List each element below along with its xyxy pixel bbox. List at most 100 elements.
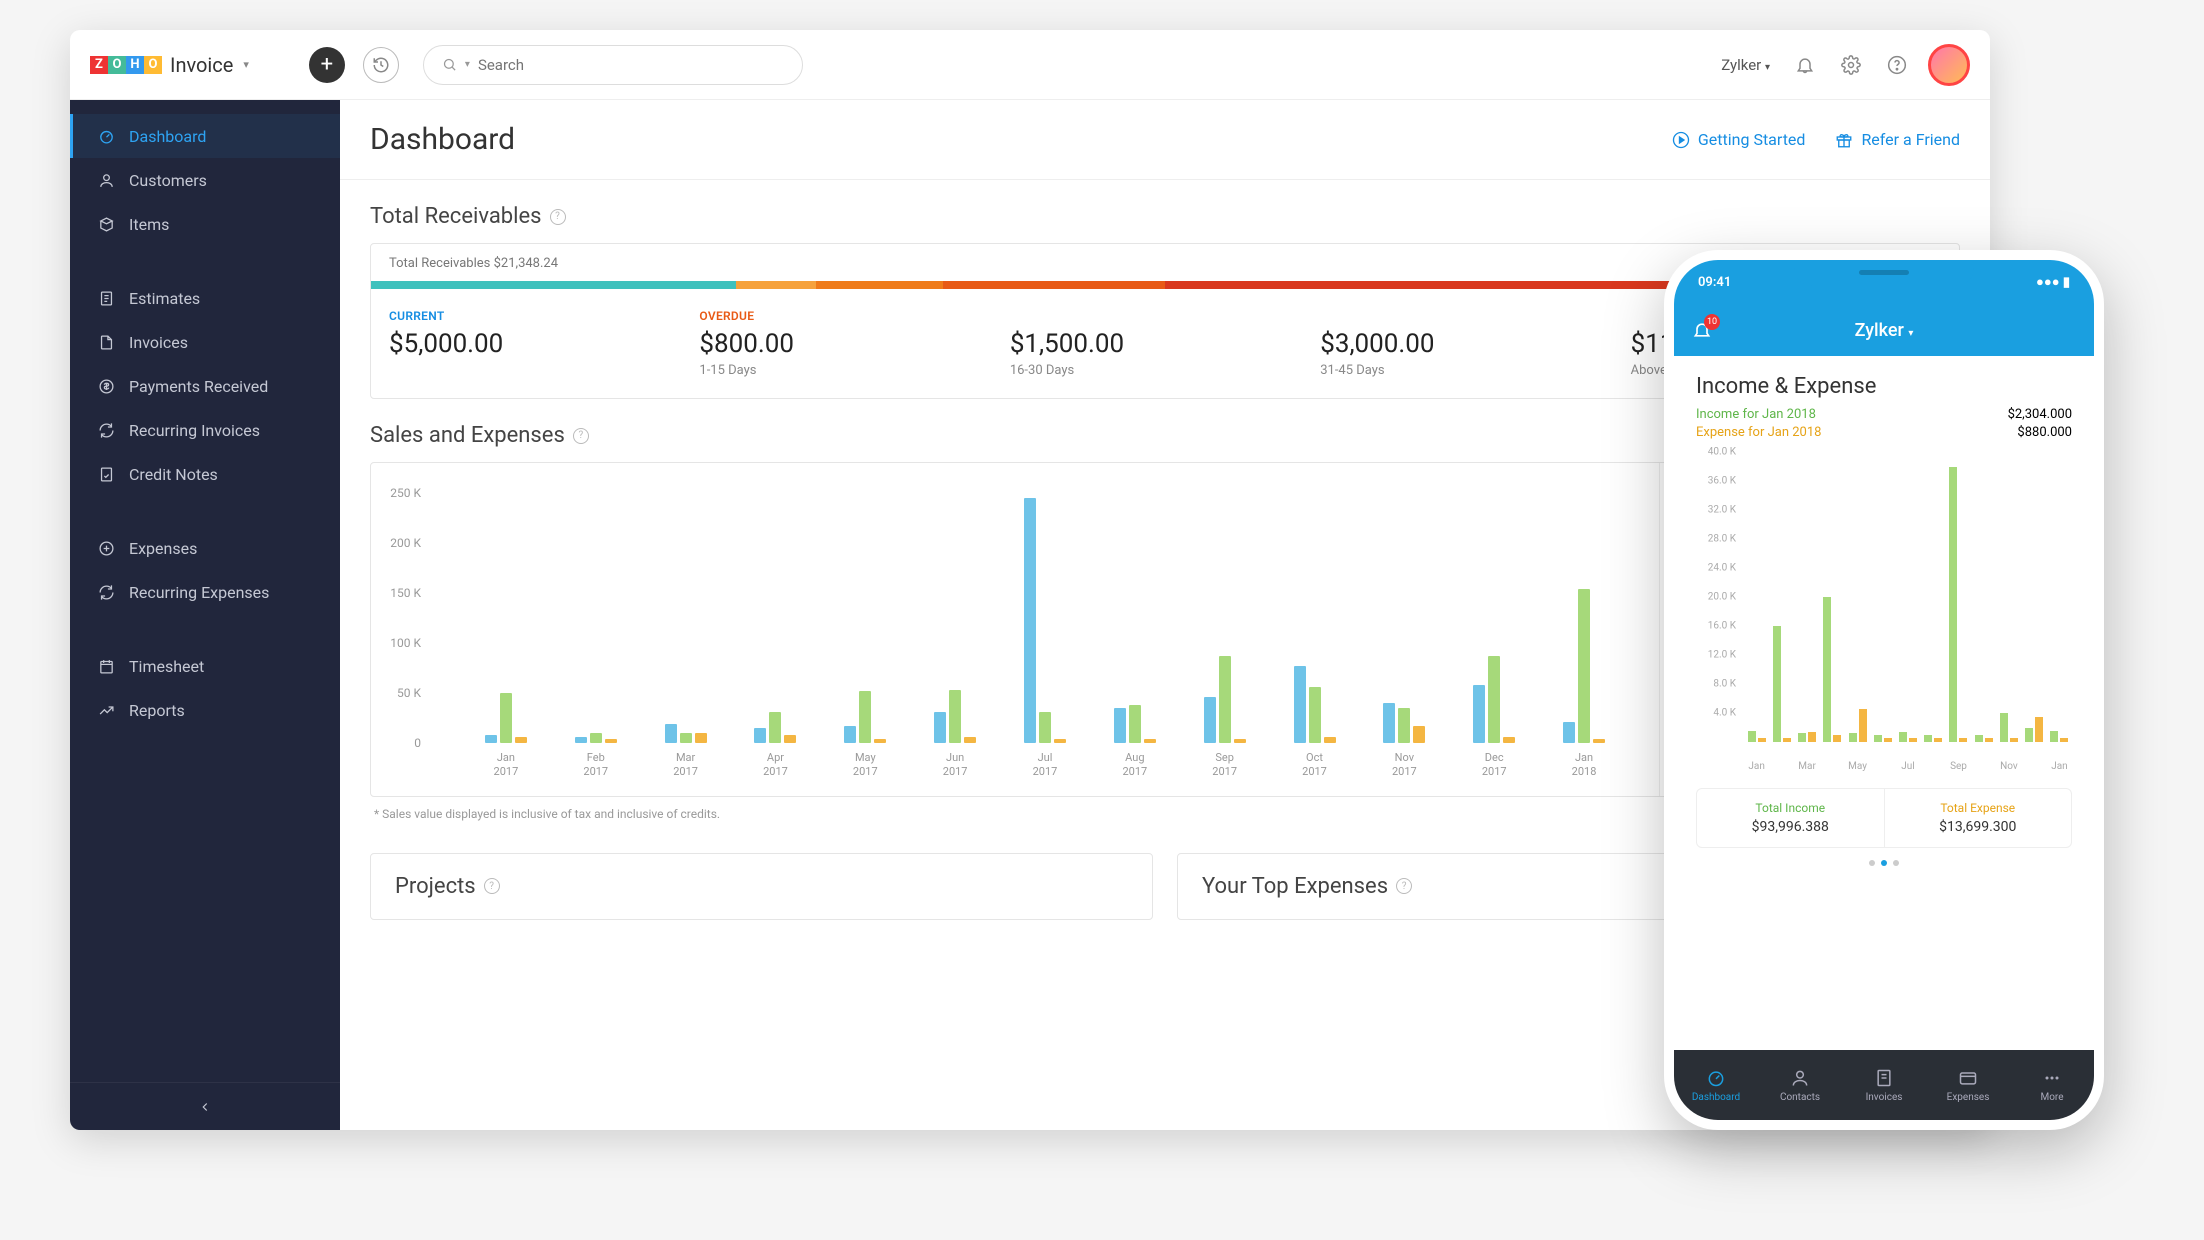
chevron-down-icon: ▾	[1765, 62, 1770, 73]
phone-tab-invoices[interactable]: Invoices	[1842, 1050, 1926, 1120]
income-month-label: Income for Jan 2018	[1696, 407, 1816, 422]
mobile-app-preview: 09:41 ●●● ▮ 10 Zylker ▾ Income & Expense…	[1664, 250, 2104, 1130]
top-expenses-title: Your Top Expenses	[1202, 874, 1388, 899]
phone-notifications-button[interactable]: 10	[1692, 320, 1712, 340]
settings-button[interactable]	[1836, 50, 1866, 80]
payments-icon	[97, 377, 115, 395]
info-icon[interactable]: ?	[1396, 878, 1412, 894]
receivables-summary-value: $21,348.24	[494, 256, 558, 271]
sidebar-item-label: Items	[129, 215, 169, 234]
sidebar-item-credit-notes[interactable]: Credit Notes	[70, 452, 340, 496]
income-month-value: $2,304.000	[2008, 407, 2072, 422]
sidebar-item-label: Timesheet	[129, 657, 204, 676]
notifications-button[interactable]	[1790, 50, 1820, 80]
chevron-down-icon: ▾	[243, 58, 249, 71]
sidebar-collapse-button[interactable]	[70, 1082, 340, 1130]
dashboard-icon	[1706, 1068, 1726, 1088]
total-income-value: $93,996.388	[1703, 819, 1878, 835]
sidebar-item-label: Credit Notes	[129, 465, 218, 484]
sidebar-item-invoices[interactable]: Invoices	[70, 320, 340, 364]
sidebar-item-reports[interactable]: Reports	[70, 688, 340, 732]
refer-friend-link[interactable]: Refer a Friend	[1835, 130, 1960, 149]
invoices-icon	[1874, 1068, 1894, 1088]
receivables-bucket: OVERDUE$800.001-15 Days	[699, 309, 1009, 378]
search-input[interactable]: ▾	[423, 45, 803, 85]
gift-icon	[1835, 131, 1853, 149]
sidebar-item-label: Reports	[129, 701, 185, 720]
sidebar-item-recurring-invoices[interactable]: Recurring Invoices	[70, 408, 340, 452]
sidebar-item-recurring-expenses[interactable]: Recurring Expenses	[70, 570, 340, 614]
income-expense-chart: 4.0 K8.0 K12.0 K16.0 K20.0 K24.0 K28.0 K…	[1696, 452, 2072, 772]
sidebar-item-expenses[interactable]: Expenses	[70, 526, 340, 570]
history-button[interactable]	[363, 47, 399, 83]
phone-clock: 09:41	[1698, 275, 1731, 290]
app-logo[interactable]: ZOHO Invoice ▾	[90, 53, 249, 77]
page-header: Dashboard Getting Started Refer a Friend	[340, 100, 1990, 180]
search-icon	[442, 57, 457, 72]
help-button[interactable]	[1882, 50, 1912, 80]
sidebar-item-label: Customers	[129, 171, 207, 190]
projects-card: Projects ?	[370, 853, 1153, 920]
page-indicator	[1696, 860, 2072, 866]
info-icon[interactable]: ?	[573, 428, 589, 444]
phone-tab-contacts[interactable]: Contacts	[1758, 1050, 1842, 1120]
total-expense-value: $13,699.300	[1891, 819, 2066, 835]
phone-tab-dashboard[interactable]: Dashboard	[1674, 1050, 1758, 1120]
sidebar-item-items[interactable]: Items	[70, 202, 340, 246]
sidebar-item-label: Payments Received	[129, 377, 268, 396]
invoices-icon	[97, 333, 115, 351]
recurring-expenses-icon	[97, 583, 115, 601]
sidebar-item-label: Recurring Invoices	[129, 421, 260, 440]
org-switcher[interactable]: Zylker ▾	[1721, 56, 1770, 74]
add-button[interactable]: +	[309, 47, 345, 83]
phone-status-icons: ●●● ▮	[2036, 274, 2070, 290]
items-icon	[97, 215, 115, 233]
reports-icon	[97, 701, 115, 719]
more-icon	[2042, 1068, 2062, 1088]
receivables-bucket: $1,500.0016-30 Days	[1010, 309, 1320, 378]
estimates-icon	[97, 289, 115, 307]
sidebar-item-label: Estimates	[129, 289, 200, 308]
avatar[interactable]	[1928, 44, 1970, 86]
product-name: Invoice	[170, 53, 233, 77]
sidebar-item-dashboard[interactable]: Dashboard	[70, 114, 340, 158]
chevron-left-icon	[198, 1100, 212, 1114]
sidebar-item-customers[interactable]: Customers	[70, 158, 340, 202]
receivables-bucket: CURRENT$5,000.00	[389, 309, 699, 378]
sidebar-item-payments[interactable]: Payments Received	[70, 364, 340, 408]
phone-org-switcher[interactable]: Zylker ▾	[1855, 320, 1914, 341]
search-caret-icon: ▾	[465, 59, 470, 70]
phone-tab-more[interactable]: More	[2010, 1050, 2094, 1120]
phone-tabbar: DashboardContactsInvoicesExpensesMore	[1674, 1050, 2094, 1120]
contacts-icon	[1790, 1068, 1810, 1088]
sidebar-item-estimates[interactable]: Estimates	[70, 276, 340, 320]
sidebar-item-label: Recurring Expenses	[129, 583, 269, 602]
timesheet-icon	[97, 657, 115, 675]
getting-started-link[interactable]: Getting Started	[1672, 130, 1806, 149]
receivables-bucket: $3,000.0031-45 Days	[1320, 309, 1630, 378]
projects-title: Projects	[395, 874, 476, 899]
sidebar-item-timesheet[interactable]: Timesheet	[70, 644, 340, 688]
topbar: ZOHO Invoice ▾ + ▾ Zylker ▾	[70, 30, 1990, 100]
phone-header: 10 Zylker ▾	[1674, 304, 2094, 356]
income-expense-title: Income & Expense	[1696, 374, 2072, 399]
income-expense-summary: Total Income $93,996.388 Total Expense $…	[1696, 788, 2072, 848]
info-icon[interactable]: ?	[550, 209, 566, 225]
sidebar-item-label: Invoices	[129, 333, 188, 352]
page-title: Dashboard	[370, 122, 515, 157]
search-field[interactable]	[478, 56, 784, 74]
phone-tab-expenses[interactable]: Expenses	[1926, 1050, 2010, 1120]
expenses-icon	[1958, 1068, 1978, 1088]
play-icon	[1672, 131, 1690, 149]
total-expense-label: Total Expense	[1891, 801, 2066, 815]
info-icon[interactable]: ?	[484, 878, 500, 894]
dashboard-icon	[97, 127, 115, 145]
sales-chart: 050 K100 K150 K200 K250 K Jan2017Feb2017…	[371, 463, 1659, 796]
credit-notes-icon	[97, 465, 115, 483]
sidebar: Dashboard Customers Items Estimates Invoices…	[70, 100, 340, 1130]
total-income-label: Total Income	[1703, 801, 1878, 815]
sidebar-item-label: Dashboard	[129, 127, 206, 146]
sidebar-item-label: Expenses	[129, 539, 197, 558]
customers-icon	[97, 171, 115, 189]
expense-month-label: Expense for Jan 2018	[1696, 425, 1821, 440]
